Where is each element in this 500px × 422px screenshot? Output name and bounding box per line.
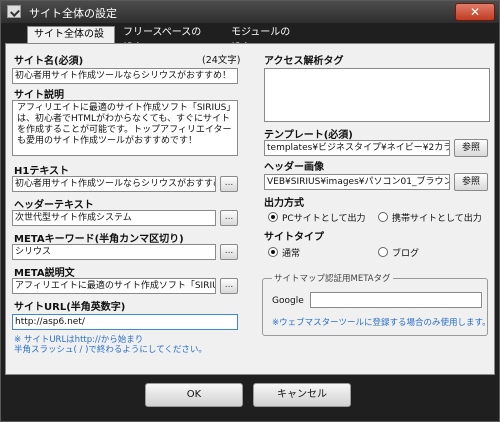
tab-site-settings[interactable]: サイト全体の設定 — [27, 26, 115, 56]
output-pc-radio[interactable] — [268, 212, 278, 222]
site-type-label: サイトタイプ — [264, 232, 324, 243]
meta-description-input[interactable]: アフィリエイトに最適のサイト作成ソフト「SIRIUS」 — [12, 278, 216, 294]
site-description-line: を作成することが可能です。トップアフィリエイター — [17, 125, 232, 135]
close-button[interactable]: ✕ — [455, 3, 495, 21]
ok-button[interactable]: OK — [145, 383, 243, 407]
meta-description-label: META説明文 — [14, 268, 75, 279]
meta-keywords-edit-button[interactable]: ... — [220, 244, 238, 260]
site-name-counter: (24文字) — [202, 55, 241, 66]
site-description-line: は、初心者でHTMLがわからなくても、すぐにサイト — [17, 114, 231, 124]
header-image-label: ヘッダー画像 — [264, 162, 324, 173]
tab-free-space[interactable]: フリースペースの設定 — [117, 25, 217, 54]
window-title: サイト全体の設定 — [29, 7, 117, 20]
header-text-label: ヘッダーテキスト — [14, 200, 94, 211]
site-description-textarea[interactable]: アフィリエイトに最適のサイト作成ソフト「SIRIUS」 は、初心者でHTMLがわ… — [12, 100, 238, 156]
h1-text-label: H1テキスト — [14, 166, 70, 177]
tab-modules[interactable]: モジュールの設定 — [225, 25, 305, 54]
site-name-label: サイト名(必須) — [14, 56, 84, 67]
header-image-browse-button[interactable]: 参照 — [454, 173, 488, 191]
meta-keywords-label: METAキーワード(半角カンマ区切り) — [14, 234, 184, 245]
site-type-blog-radio[interactable] — [378, 247, 388, 257]
header-text-edit-button[interactable]: ... — [220, 210, 238, 226]
sitemap-note: ※ウェブマスターツールに登録する場合のみ使用します。 — [272, 318, 491, 328]
site-description-line: アフィリエイトに最適のサイト作成ソフト「SIRIUS」 — [17, 103, 236, 113]
google-label: Google — [272, 296, 304, 306]
access-tag-textarea[interactable] — [264, 68, 490, 122]
h1-text-input[interactable]: 初心者用サイト作成ツールならシリウスがおすすめ — [12, 176, 216, 192]
site-url-input[interactable]: http://asp6.net/ — [12, 314, 238, 330]
google-verification-input[interactable] — [310, 292, 482, 308]
settings-panel: サイト名(必須) (24文字) 初心者用サイト作成ツールならシリウスがおすすめ！… — [5, 43, 495, 375]
output-mobile-label: 携帯サイトとして出力 — [392, 214, 482, 224]
site-name-input[interactable]: 初心者用サイト作成ツールならシリウスがおすすめ！ — [12, 68, 238, 84]
site-url-note: 半角スラッシュ( / )で終わるようにしてください。 — [14, 345, 207, 355]
h1-text-edit-button[interactable]: ... — [220, 176, 238, 192]
site-type-normal-label: 通常 — [282, 249, 301, 259]
access-tag-label: アクセス解析タグ — [264, 56, 344, 67]
meta-description-edit-button[interactable]: ... — [220, 278, 238, 294]
output-label: 出力方式 — [264, 198, 304, 209]
header-text-input[interactable]: 次世代型サイト作成システム — [12, 210, 216, 226]
template-input[interactable]: templates¥ビジネスタイプ¥ネイビー¥2カラム¥ — [264, 140, 450, 156]
app-icon — [7, 5, 21, 18]
template-label: テンプレート(必須) — [264, 130, 353, 141]
site-description-label: サイト説明 — [14, 90, 64, 101]
site-type-normal-radio[interactable] — [268, 247, 278, 257]
dialog-footer: OK キャンセル — [5, 375, 495, 419]
title-bar: サイト全体の設定 ✕ — [1, 1, 499, 23]
output-pc-label: PCサイトとして出力 — [282, 214, 366, 224]
site-url-label: サイトURL(半角英数字) — [14, 302, 126, 313]
header-image-input[interactable]: VEB¥SIRIUS¥images¥パソコン01_ブラウン.jpg — [264, 174, 450, 190]
site-type-blog-label: ブログ — [392, 249, 420, 259]
cancel-button[interactable]: キャンセル — [253, 383, 351, 407]
site-description-line: も愛用のサイト作成ツールがおすすめです！ — [17, 136, 198, 146]
output-mobile-radio[interactable] — [378, 212, 388, 222]
settings-dialog: サイト全体の設定 ✕ サイト全体の設定 フリースペースの設定 モジュールの設定 … — [0, 0, 500, 422]
template-browse-button[interactable]: 参照 — [454, 139, 488, 157]
sitemap-meta-group-title: サイトマップ認証用METAタグ — [272, 272, 393, 284]
meta-keywords-input[interactable]: シリウス — [12, 244, 216, 260]
